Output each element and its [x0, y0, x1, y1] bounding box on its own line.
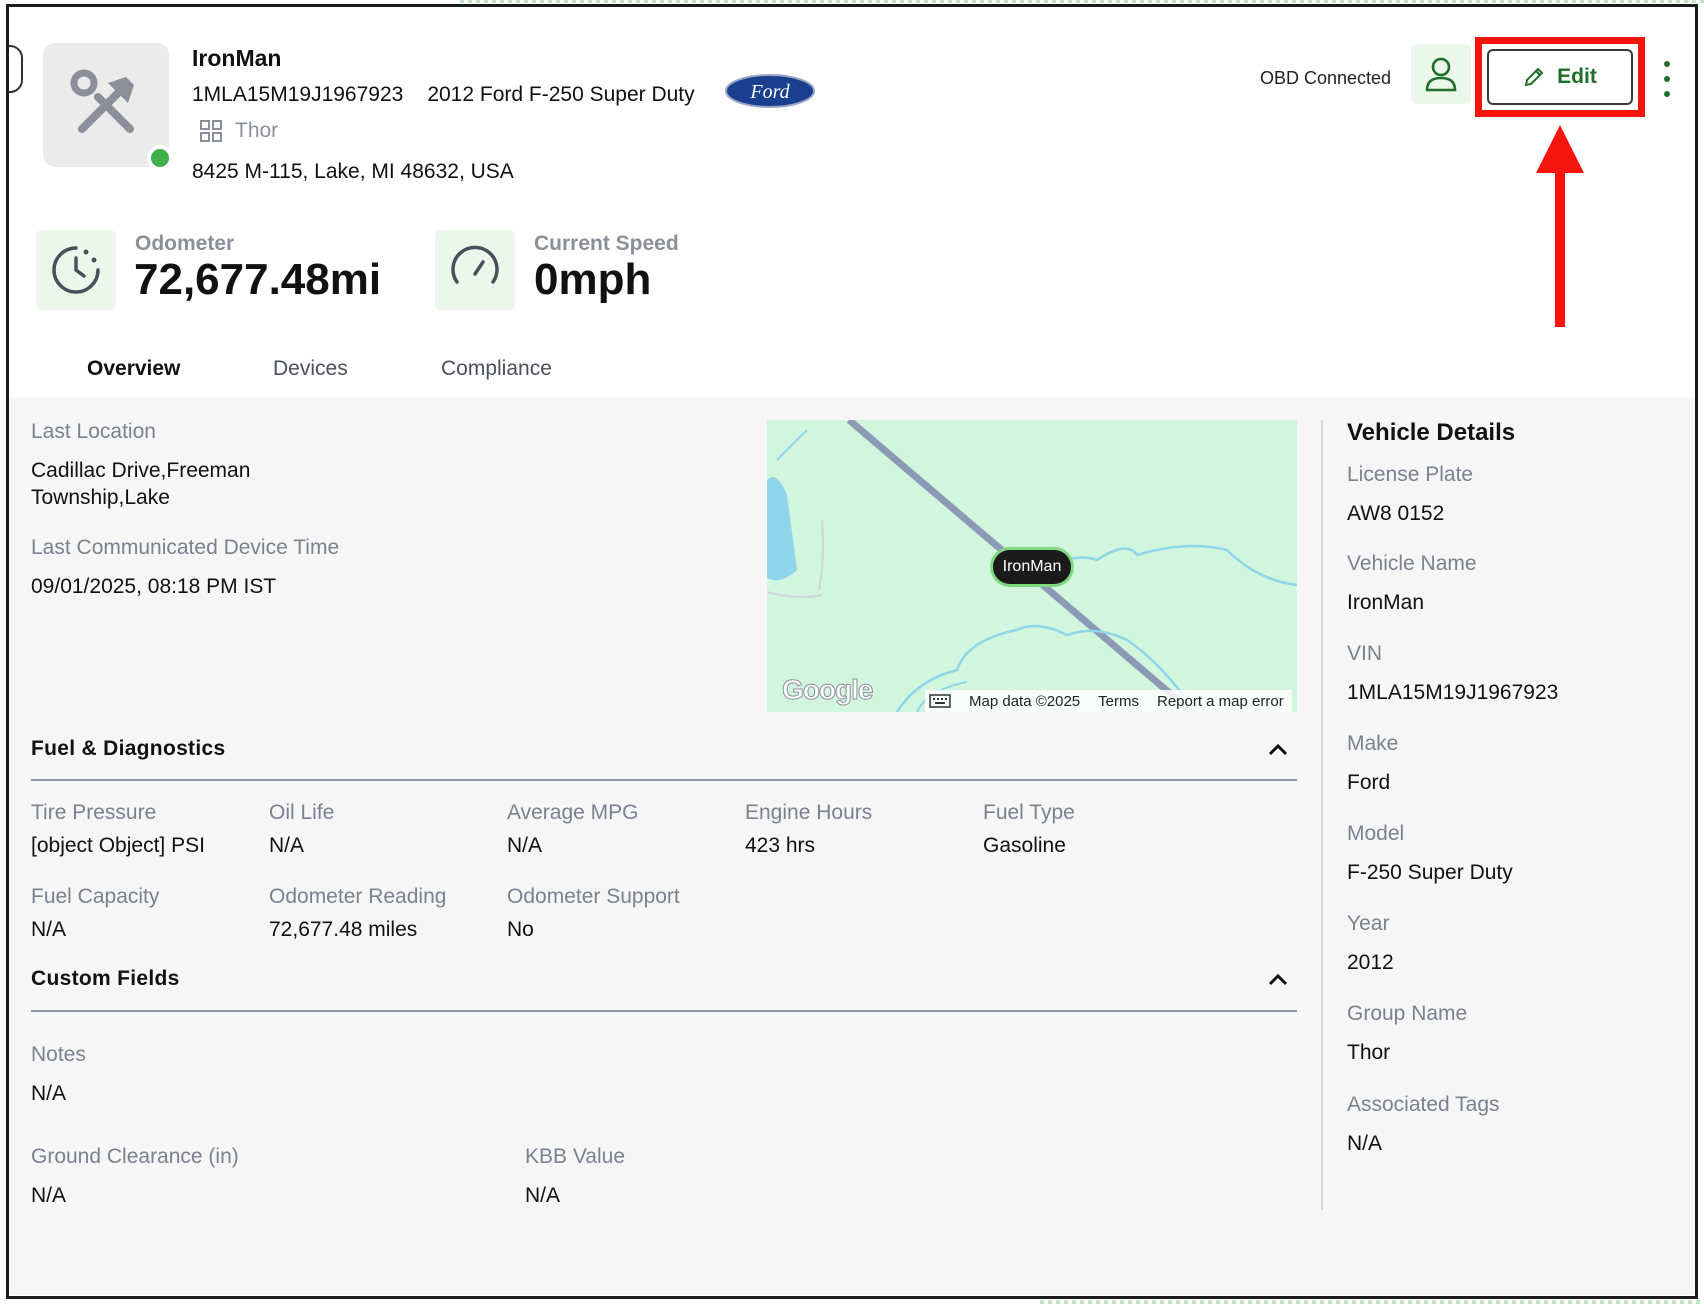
oil-life-label: Oil Life	[269, 801, 335, 824]
license-plate-label: License Plate	[1347, 463, 1474, 486]
annotation-arrow-shaft	[1555, 167, 1565, 327]
kbb-value-value: N/A	[525, 1184, 561, 1207]
grid-icon	[200, 120, 222, 142]
year-value: 2012	[1347, 951, 1394, 974]
vehicle-address: 8425 M-115, Lake, MI 48632, USA	[192, 160, 514, 183]
group-name-value: Thor	[1347, 1041, 1391, 1064]
ground-clearance-label: Ground Clearance (in)	[31, 1145, 239, 1168]
fuel-type-label: Fuel Type	[983, 801, 1075, 824]
notes-label: Notes	[31, 1043, 86, 1066]
tire-pressure-value: [object Object] PSI	[31, 834, 205, 857]
collapse-fuel-chevron-up-icon[interactable]	[1268, 742, 1288, 756]
fuel-section-divider	[31, 779, 1297, 781]
model-label: Model	[1347, 822, 1405, 845]
make-label: Make	[1347, 732, 1399, 755]
speed-label: Current Speed	[534, 232, 679, 255]
keyboard-icon[interactable]	[929, 694, 951, 708]
edit-button-label: Edit	[1557, 65, 1597, 88]
tab-overview[interactable]: Overview	[87, 357, 180, 381]
map-data-credit: Map data ©2025	[969, 692, 1081, 710]
odometer-value: 72,677.48mi	[134, 255, 382, 304]
vehicle-name-value: IronMan	[1347, 591, 1425, 614]
group-name-label: Group Name	[1347, 1002, 1468, 1025]
odometer-reading-value: 72,677.48 miles	[269, 918, 418, 941]
tab-devices[interactable]: Devices	[273, 357, 348, 381]
vehicle-group: Thor	[199, 119, 278, 143]
frame-bottom-edge	[1040, 1300, 1700, 1304]
speedometer-icon	[451, 245, 499, 284]
vin-label: VIN	[1347, 642, 1383, 665]
vehicle-name: IronMan	[192, 45, 282, 71]
collapse-handle[interactable]	[9, 45, 23, 93]
speed-value: 0mph	[534, 255, 652, 304]
fuel-capacity-label: Fuel Capacity	[31, 885, 160, 908]
pencil-icon	[1524, 67, 1544, 87]
make-value: Ford	[1347, 771, 1391, 794]
vehicle-map-pin[interactable]: IronMan	[990, 547, 1074, 587]
ford-logo-text: Ford	[749, 81, 790, 103]
odometer-icon-box	[36, 230, 116, 310]
tab-compliance[interactable]: Compliance	[441, 357, 552, 381]
details-divider	[1321, 420, 1323, 1210]
odometer-support-value: No	[507, 918, 534, 941]
average-mpg-label: Average MPG	[507, 801, 639, 824]
map-footer: Map data ©2025 Terms Report a map error	[925, 690, 1292, 712]
custom-fields-title: Custom Fields	[31, 967, 180, 990]
fuel-section-title: Fuel & Diagnostics	[31, 737, 226, 760]
tire-pressure-label: Tire Pressure	[31, 801, 157, 824]
associated-tags-label: Associated Tags	[1347, 1093, 1500, 1116]
device-time-label: Last Communicated Device Time	[31, 536, 340, 559]
odometer-reading-label: Odometer Reading	[269, 885, 447, 908]
odometer-label: Odometer	[135, 232, 235, 255]
vin-value: 1MLA15M19J1967923	[1347, 681, 1559, 704]
kbb-value-label: KBB Value	[525, 1145, 626, 1168]
last-location-line2: Township,Lake	[31, 486, 170, 509]
last-location-line1: Cadillac Drive,Freeman	[31, 459, 251, 482]
average-mpg-value: N/A	[507, 834, 543, 857]
vehicle-name-label: Vehicle Name	[1347, 552, 1477, 575]
tools-icon	[70, 69, 134, 133]
fuel-type-value: Gasoline	[983, 834, 1066, 857]
year-label: Year	[1347, 912, 1390, 935]
obd-status: OBD Connected	[1260, 68, 1392, 88]
fuel-capacity-value: N/A	[31, 918, 67, 941]
notes-value: N/A	[31, 1082, 67, 1105]
odometer-icon	[52, 246, 100, 294]
more-options-icon[interactable]	[1661, 61, 1673, 97]
engine-hours-value: 423 hrs	[745, 834, 816, 857]
model-value: F-250 Super Duty	[1347, 861, 1513, 884]
map-terms-link[interactable]: Terms	[1098, 693, 1139, 710]
google-logo: Google	[781, 674, 873, 706]
vehicle-subtitle: 1MLA15M19J1967923 2012 Ford F-250 Super …	[192, 83, 695, 107]
odometer-support-label: Odometer Support	[507, 885, 680, 908]
frame-top-edge	[460, 0, 1704, 3]
annotation-arrow-head	[1536, 125, 1584, 173]
vehicle-group-name[interactable]: Thor	[235, 119, 278, 143]
user-icon	[1425, 57, 1457, 92]
ford-logo-icon: Ford	[725, 74, 815, 108]
license-plate-value: AW8 0152	[1347, 502, 1445, 525]
associated-tags-value: N/A	[1347, 1132, 1383, 1155]
ground-clearance-value: N/A	[31, 1184, 67, 1207]
assign-driver-button[interactable]	[1411, 44, 1471, 104]
vehicle-vin: 1MLA15M19J1967923	[192, 83, 404, 106]
engine-hours-label: Engine Hours	[745, 801, 873, 824]
map-report-link[interactable]: Report a map error	[1157, 693, 1284, 710]
speed-icon-box	[435, 230, 515, 310]
edit-button[interactable]: Edit	[1487, 49, 1633, 105]
custom-section-divider	[31, 1010, 1297, 1012]
last-location-label: Last Location	[31, 420, 156, 443]
oil-life-value: N/A	[269, 834, 305, 857]
collapse-custom-chevron-up-icon[interactable]	[1268, 972, 1288, 986]
vehicle-details-title: Vehicle Details	[1347, 419, 1516, 446]
vehicle-description: 2012 Ford F-250 Super Duty	[427, 83, 695, 106]
online-status-dot	[147, 145, 173, 171]
device-time-value: 09/01/2025, 08:18 PM IST	[31, 575, 277, 598]
